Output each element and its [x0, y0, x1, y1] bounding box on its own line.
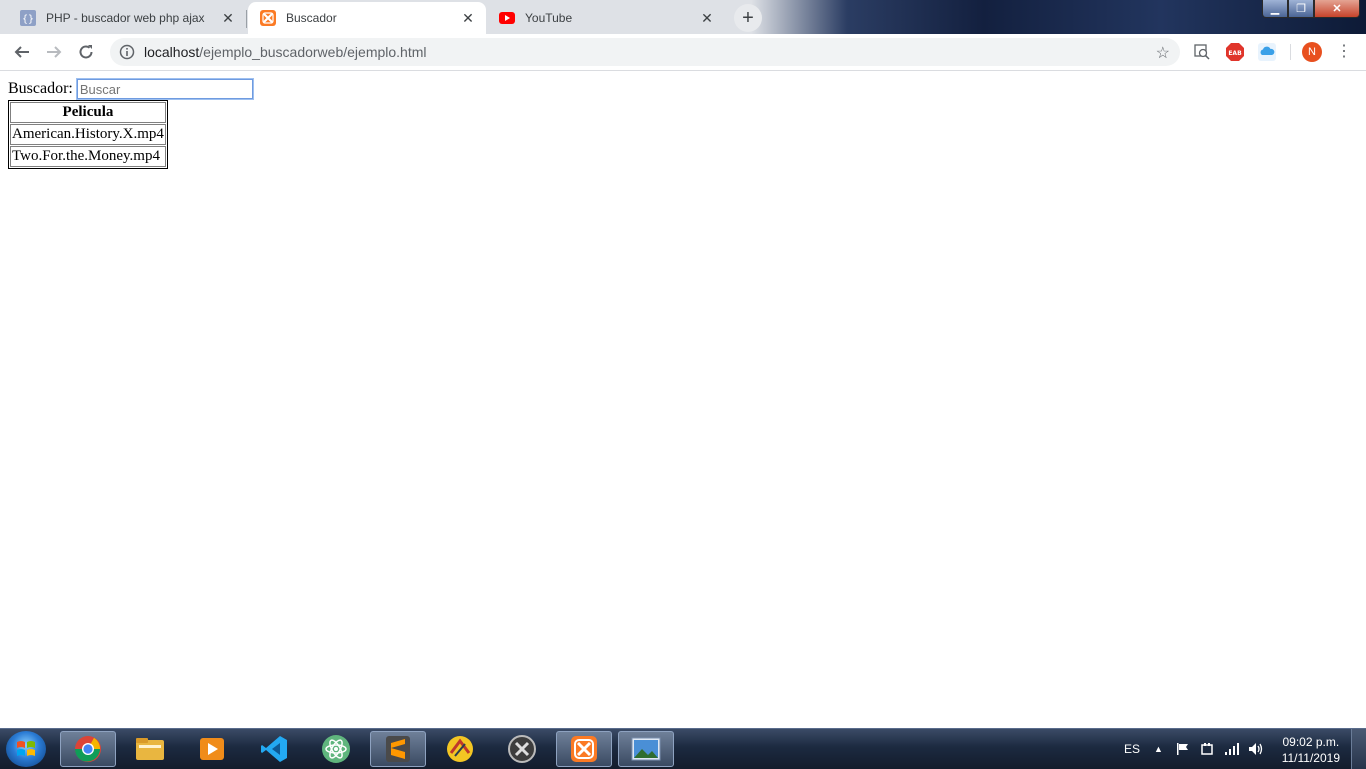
column-header-pelicula: Pelicula — [10, 102, 166, 123]
taskbar-vscode[interactable] — [246, 731, 302, 767]
info-icon[interactable] — [119, 44, 135, 60]
table-cell: Two.For.the.Money.mp4 — [10, 146, 166, 167]
media-player-icon — [200, 738, 224, 760]
star-icon[interactable]: ☆ — [1156, 43, 1170, 63]
tray-expand-icon[interactable]: ▲ — [1154, 729, 1163, 769]
taskbar-sync[interactable] — [494, 731, 550, 767]
filezilla-icon — [447, 736, 473, 762]
taskbar-sublime[interactable] — [370, 731, 426, 767]
close-icon[interactable]: ✕ — [699, 10, 715, 26]
windows-logo-icon — [17, 741, 35, 756]
arrow-left-icon — [14, 46, 29, 58]
xampp-icon — [571, 736, 597, 762]
address-bar[interactable]: localhost/ejemplo_buscadorweb/ejemplo.ht… — [110, 38, 1180, 66]
close-icon[interactable]: ✕ — [460, 10, 476, 26]
browser-toolbar: localhost/ejemplo_buscadorweb/ejemplo.ht… — [0, 34, 1366, 71]
start-button[interactable] — [6, 731, 46, 767]
close-window-button[interactable]: ✕ — [1314, 0, 1360, 18]
search-input[interactable] — [75, 78, 254, 100]
tab-title: YouTube — [525, 11, 573, 25]
vscode-icon — [261, 736, 287, 762]
new-tab-button[interactable]: + — [734, 4, 762, 32]
adblock-badge-text: EAB — [1228, 50, 1242, 57]
network-device-icon[interactable] — [1200, 729, 1214, 769]
tab-title: PHP - buscador web php ajax — [46, 11, 205, 25]
minimize-button[interactable]: ▁ — [1262, 0, 1288, 18]
results-table: Pelicula American.History.X.mp4 Two.For.… — [8, 100, 168, 169]
tab-youtube[interactable]: YouTube ✕ — [487, 2, 725, 34]
menu-dots-icon[interactable]: ⋮ — [1336, 42, 1352, 62]
tab-php-buscador[interactable]: {} PHP - buscador web php ajax ✕ — [8, 2, 246, 34]
show-desktop-button[interactable] — [1351, 729, 1366, 769]
explorer-icon — [136, 738, 164, 760]
brackets-icon: {} — [20, 10, 36, 26]
close-icon[interactable]: ✕ — [220, 10, 236, 26]
arrow-right-icon — [47, 46, 62, 58]
taskbar: ES ▲ 09:02 p.m. 11/11/2019 — [0, 728, 1366, 769]
tab-buscador[interactable]: Buscador ✕ — [248, 2, 486, 34]
system-clock[interactable]: 09:02 p.m. 11/11/2019 — [1282, 734, 1340, 766]
profile-avatar[interactable]: N — [1302, 42, 1322, 62]
xampp-icon — [260, 10, 276, 26]
photos-icon — [631, 737, 661, 761]
url-path: /ejemplo_buscadorweb/ejemplo.html — [199, 44, 427, 60]
taskbar-xampp[interactable] — [556, 731, 612, 767]
taskbar-atom[interactable] — [308, 731, 364, 767]
svg-text:{}: {} — [22, 14, 34, 25]
adblock-extension-icon[interactable]: EAB — [1226, 43, 1244, 61]
youtube-icon — [499, 10, 515, 26]
volume-icon[interactable] — [1248, 729, 1264, 769]
cloud-extension-icon[interactable] — [1258, 43, 1276, 61]
taskbar-filezilla[interactable] — [432, 731, 488, 767]
signal-icon[interactable] — [1224, 729, 1240, 769]
taskbar-media-player[interactable] — [184, 731, 240, 767]
forward-button[interactable] — [42, 40, 66, 64]
action-center-flag-icon[interactable] — [1176, 729, 1190, 769]
table-header-row: Pelicula — [10, 102, 166, 123]
table-cell: American.History.X.mp4 — [10, 124, 166, 145]
page-content: Buscador: Pelicula American.History.X.mp… — [0, 71, 1366, 728]
table-row: Two.For.the.Money.mp4 — [10, 146, 166, 167]
url-host: localhost — [144, 44, 200, 60]
window-controls: ▁ ❐ ✕ — [1262, 0, 1360, 18]
reload-icon — [79, 45, 93, 59]
maximize-button[interactable]: ❐ — [1288, 0, 1314, 18]
tab-strip: {} PHP - buscador web php ajax ✕ Buscado… — [0, 0, 1366, 34]
search-row: Buscador: — [8, 78, 254, 100]
search-label: Buscador: — [8, 80, 73, 97]
table-row: American.History.X.mp4 — [10, 124, 166, 145]
taskbar-chrome[interactable] — [60, 731, 116, 767]
back-button[interactable] — [10, 40, 34, 64]
lens-icon[interactable] — [1193, 43, 1211, 61]
taskbar-explorer[interactable] — [122, 731, 178, 767]
clock-date: 11/11/2019 — [1281, 751, 1340, 765]
atom-icon — [322, 735, 350, 763]
taskbar-photos[interactable] — [618, 731, 674, 767]
chrome-icon — [74, 736, 101, 762]
sync-icon — [508, 735, 536, 763]
reload-button[interactable] — [74, 40, 98, 64]
toolbar-separator — [1290, 44, 1291, 60]
clock-time: 09:02 p.m. — [1282, 735, 1340, 749]
tab-title: Buscador — [286, 11, 337, 25]
language-indicator[interactable]: ES — [1124, 729, 1140, 769]
tab-separator — [246, 10, 247, 28]
sublime-icon — [386, 736, 410, 762]
